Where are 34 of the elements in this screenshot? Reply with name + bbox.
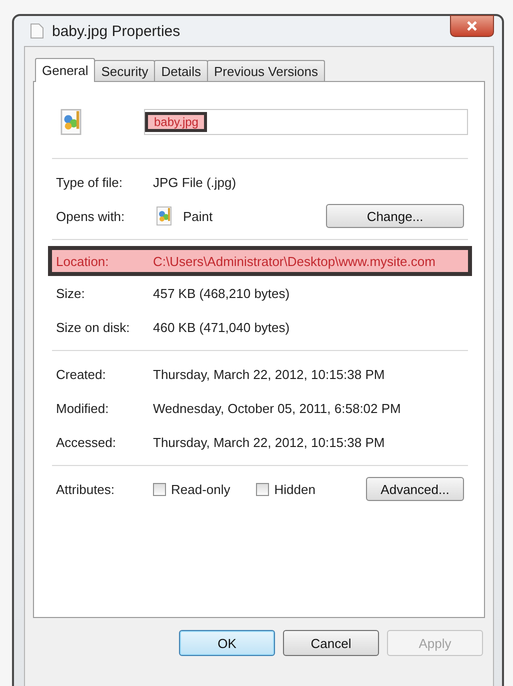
close-icon	[466, 21, 478, 31]
field-label: Size on disk:	[56, 320, 131, 334]
field-label: Opens with:	[56, 208, 126, 224]
field-value: 457 KB (468,210 bytes)	[153, 286, 290, 300]
field-label: Attributes:	[56, 482, 116, 496]
change-button[interactable]: Change...	[326, 204, 464, 228]
field-label: Created:	[56, 366, 107, 382]
tab[interactable]: Security	[94, 60, 156, 81]
dialog-button[interactable]: OK	[179, 630, 275, 656]
close-button[interactable]	[450, 15, 494, 37]
file-name-value: baby.jpg	[145, 112, 208, 132]
tab[interactable]: Details	[154, 60, 208, 81]
file-icon	[30, 23, 44, 39]
field-label: Accessed:	[56, 434, 117, 450]
field-value: Wednesday, October 05, 2011, 6:58:02 PM	[153, 400, 401, 416]
tab[interactable]: Previous Versions	[206, 60, 326, 81]
field-label: Location:	[56, 254, 110, 268]
field-label: Type of file:	[56, 174, 124, 190]
field-value: JPG File (.jpg)	[153, 174, 236, 190]
field-value: 460 KB (471,040 bytes)	[153, 320, 290, 334]
field-label: Modified:	[56, 400, 110, 416]
field-label: Size:	[56, 286, 86, 300]
checkbox-label[interactable]: Hidden	[274, 482, 316, 496]
advanced-button[interactable]: Advanced...	[366, 477, 464, 501]
app-name: Paint	[183, 208, 213, 224]
window-title: baby.jpg Properties	[52, 22, 180, 40]
field-value: Thursday, March 22, 2012, 10:15:38 PM	[153, 366, 385, 382]
field-value: C:\Users\Administrator\Desktop\www.mysite.com	[153, 254, 436, 268]
tab[interactable]: General	[35, 58, 96, 82]
field-value: Thursday, March 22, 2012, 10:15:38 PM	[153, 434, 385, 450]
checkbox[interactable]	[256, 482, 270, 496]
dialog-button[interactable]: Cancel	[283, 630, 379, 656]
checkbox[interactable]	[153, 482, 166, 496]
checkbox-label[interactable]: Read-only	[171, 482, 230, 496]
